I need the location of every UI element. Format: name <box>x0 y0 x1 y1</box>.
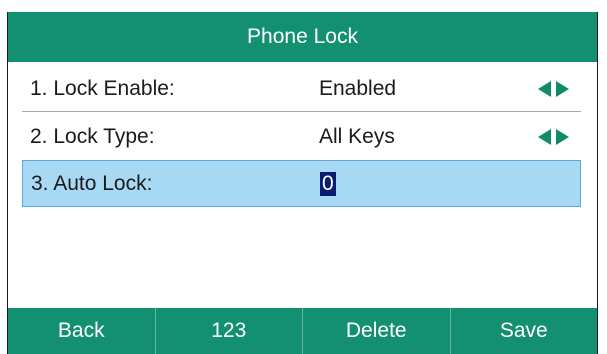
lock-enable-switch[interactable] <box>538 81 569 97</box>
lock-enable-label: 1. Lock Enable: <box>30 77 175 100</box>
auto-lock-row[interactable]: 3. Auto Lock: 0 <box>22 160 581 207</box>
lock-type-label: 2. Lock Type: <box>30 124 155 148</box>
screen-title: Phone Lock <box>8 12 597 62</box>
lock-type-row[interactable]: 2. Lock Type: All Keys <box>22 114 581 159</box>
auto-lock-value[interactable]: 0 <box>320 171 336 196</box>
softkey-bar: Back 123 Delete Save <box>8 308 597 354</box>
left-arrow-icon[interactable] <box>538 128 551 145</box>
phone-lock-screen: Phone Lock 1. Lock Enable: Enabled 2. Lo… <box>7 12 598 354</box>
delete-softkey[interactable]: Delete <box>303 308 451 354</box>
right-arrow-icon[interactable] <box>556 81 569 97</box>
left-arrow-icon[interactable] <box>538 81 551 97</box>
lock-type-value[interactable]: All Keys <box>319 125 395 149</box>
lock-enable-row[interactable]: 1. Lock Enable: Enabled <box>22 67 581 112</box>
back-softkey[interactable]: Back <box>8 308 156 354</box>
lock-type-switch[interactable] <box>538 128 569 145</box>
input-mode-softkey[interactable]: 123 <box>156 308 303 354</box>
auto-lock-input[interactable]: 0 <box>320 171 336 196</box>
lock-enable-value[interactable]: Enabled <box>319 77 396 101</box>
save-softkey[interactable]: Save <box>451 308 598 354</box>
auto-lock-label: 3. Auto Lock: <box>31 171 153 195</box>
right-arrow-icon[interactable] <box>556 128 569 145</box>
